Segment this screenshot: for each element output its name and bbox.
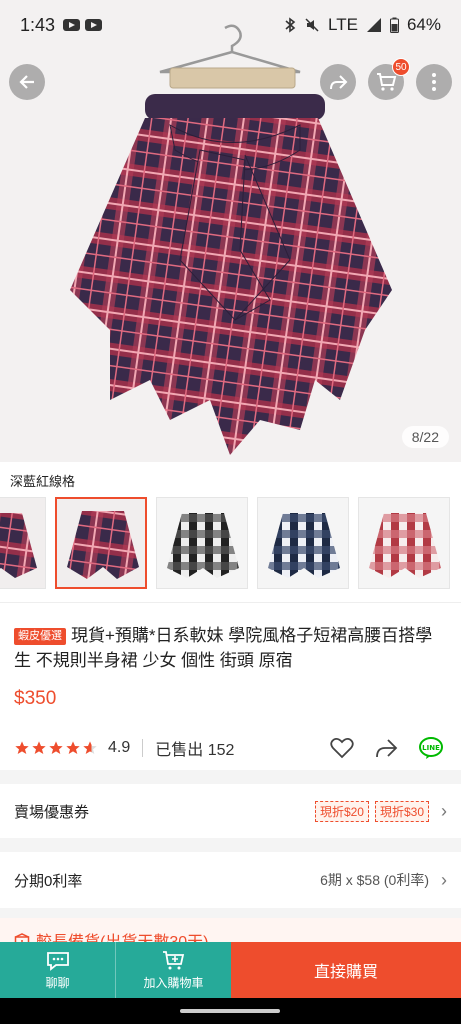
- buy-now-button[interactable]: 直接購買: [231, 942, 461, 998]
- status-bar: 1:43 LTE 64%: [0, 0, 461, 50]
- chat-icon: [46, 951, 69, 971]
- installment-label: 分期0利率: [14, 872, 83, 890]
- bluetooth-icon: [285, 17, 296, 33]
- variant-thumbnail[interactable]: [257, 497, 349, 589]
- share-icon: [330, 75, 348, 90]
- signal-icon: [366, 18, 381, 32]
- back-button[interactable]: [9, 64, 45, 100]
- variant-thumbnail[interactable]: [358, 497, 450, 589]
- product-info: 蝦皮優選 現貨+預購*日系軟妹 學院風格子短裙高腰百搭學生 不規則半身裙 少女 個…: [0, 602, 461, 770]
- star-icon: [49, 741, 63, 754]
- youtube-icon: [63, 19, 81, 31]
- add-to-cart-label: 加入購物車: [143, 975, 204, 990]
- shop-vouchers-row[interactable]: 賣場優惠券 現折$20 現折$30 ›: [0, 784, 461, 838]
- home-gesture-pill[interactable]: [180, 1009, 280, 1013]
- share-button[interactable]: [320, 64, 356, 100]
- variant-thumbnail-selected[interactable]: [55, 497, 147, 589]
- installment-row[interactable]: 分期0利率 6期 x $58 (0利率) ›: [0, 852, 461, 908]
- chevron-right-icon: ›: [441, 869, 447, 890]
- shop-vouchers-label: 賣場優惠券: [14, 803, 90, 821]
- cart-count-badge: 50: [392, 58, 410, 76]
- arrow-left-icon: [19, 75, 34, 89]
- product-page: 1:43 LTE 64% 50 8/22 深藍紅線格 蝦皮優選 現貨+預購*日系…: [0, 0, 461, 1024]
- star-half-icon: [83, 741, 97, 754]
- variant-thumbnail[interactable]: [0, 497, 46, 589]
- buy-now-label: 直接購買: [313, 964, 378, 981]
- rating-row: 4.9 已售出 152 LINE: [14, 735, 444, 761]
- image-counter: 8/22: [401, 426, 449, 448]
- chat-button[interactable]: 聊聊: [0, 942, 115, 998]
- network-label: LTE: [328, 15, 358, 34]
- chevron-right-icon: ›: [441, 800, 447, 821]
- product-title-text: 現貨+預購*日系軟妹 學院風格子短裙高腰百搭學生 不規則半身裙 少女 個性 街頭…: [14, 626, 433, 670]
- mute-icon: [305, 18, 319, 32]
- product-image-gallery[interactable]: 1:43 LTE 64% 50 8/22: [0, 0, 461, 462]
- share-icon[interactable]: [374, 737, 398, 759]
- more-vertical-icon: [432, 73, 436, 91]
- battery-level: 64%: [406, 15, 441, 34]
- product-actions: LINE: [330, 736, 444, 760]
- line-share-icon[interactable]: LINE: [418, 736, 444, 760]
- product-title: 蝦皮優選 現貨+預購*日系軟妹 學院風格子短裙高腰百搭學生 不規則半身裙 少女 個…: [14, 623, 444, 673]
- add-cart-icon: [162, 950, 184, 969]
- rating-stars: [14, 740, 98, 756]
- star-icon: [32, 741, 46, 754]
- installment-value: 6期 x $58 (0利率): [320, 872, 429, 888]
- selected-variant-label: 深藍紅線格: [10, 474, 76, 489]
- variant-thumbnail[interactable]: [156, 497, 248, 589]
- preferred-tag: 蝦皮優選: [14, 628, 66, 645]
- more-button[interactable]: [416, 64, 452, 100]
- star-icon: [15, 741, 29, 754]
- add-to-cart-button[interactable]: 加入購物車: [115, 942, 231, 998]
- variant-selector: 深藍紅線格: [0, 462, 461, 602]
- voucher-chip: 現折$20: [314, 800, 369, 822]
- chat-label: 聊聊: [45, 975, 70, 990]
- divider: [142, 739, 144, 757]
- system-nav-bar: [0, 998, 461, 1024]
- status-time: 1:43: [20, 14, 56, 35]
- heart-icon[interactable]: [330, 737, 354, 759]
- star-icon: [66, 741, 80, 754]
- variant-thumbnails: [0, 497, 461, 589]
- bottom-action-bar: 聊聊 加入購物車 直接購買: [0, 942, 461, 998]
- battery-icon: [389, 17, 399, 33]
- product-price: $350: [14, 688, 57, 709]
- voucher-chip: 現折$30: [374, 800, 429, 822]
- rating-value: 4.9: [108, 739, 131, 756]
- svg-text:LINE: LINE: [422, 744, 440, 752]
- cart-icon: [377, 73, 397, 91]
- sold-count: 已售出 152: [155, 742, 235, 759]
- cart-button[interactable]: 50: [368, 58, 410, 100]
- youtube-icon: [85, 19, 103, 31]
